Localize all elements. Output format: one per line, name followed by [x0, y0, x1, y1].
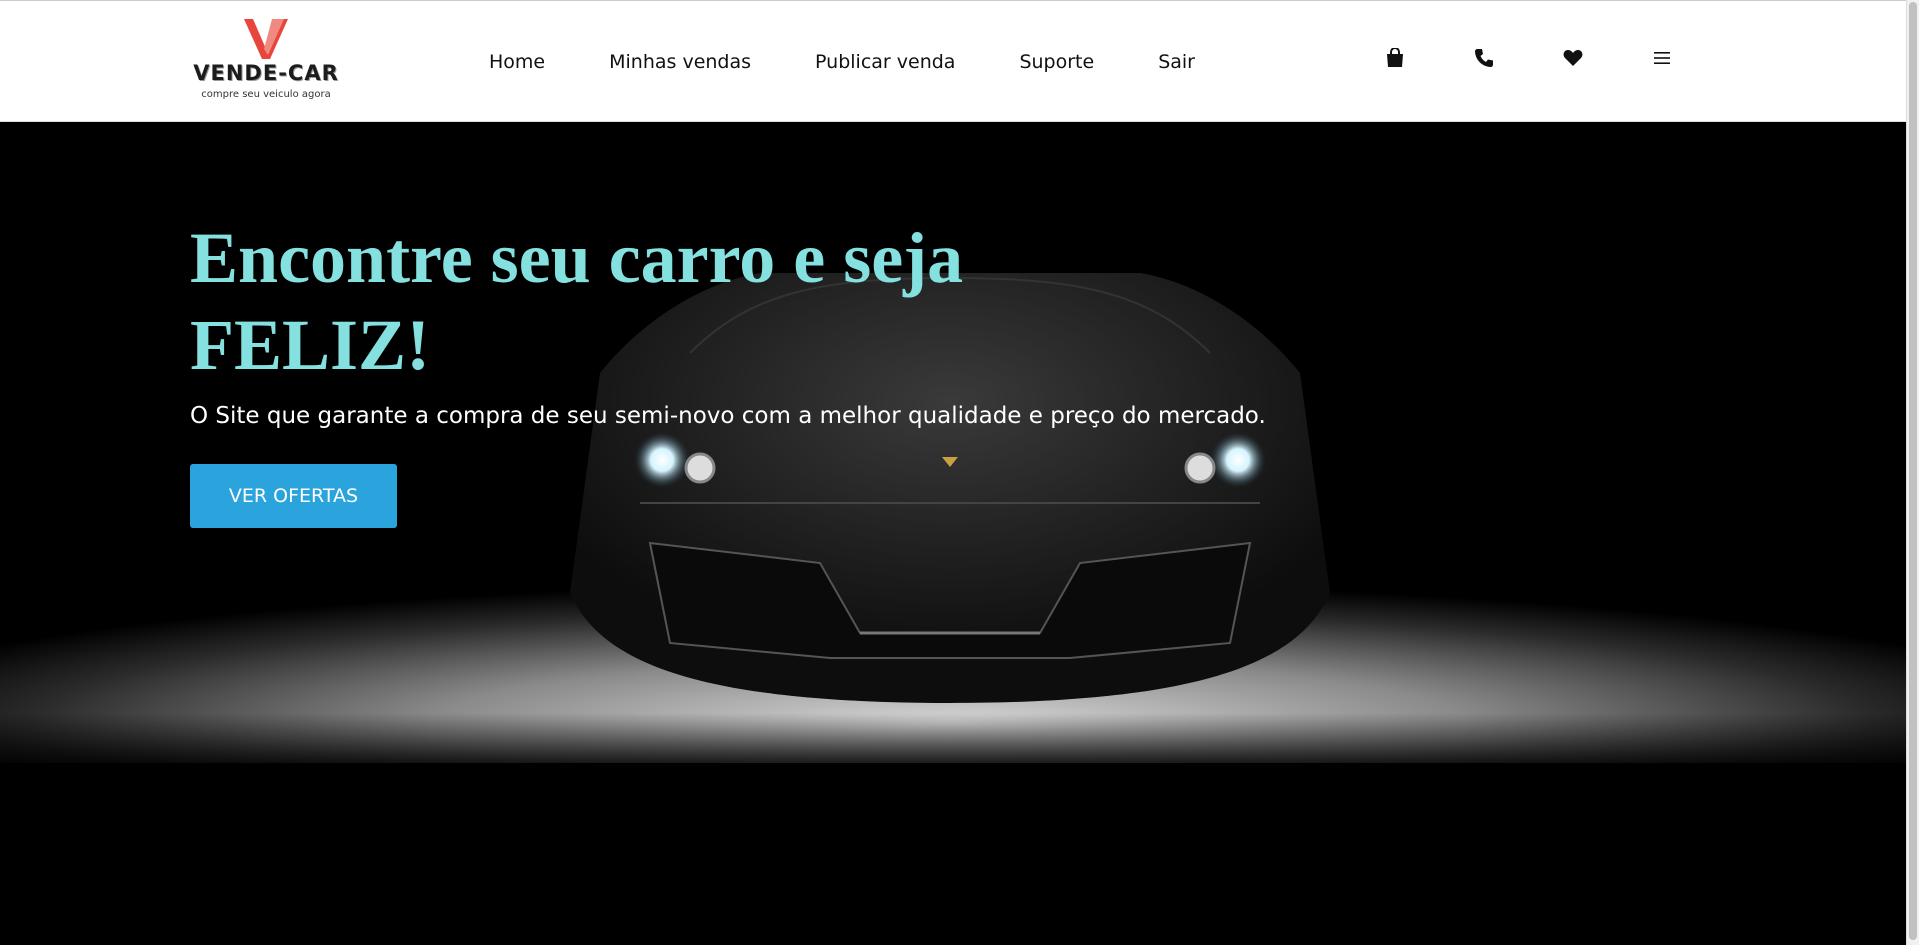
v-logo-icon	[244, 19, 288, 59]
hero-title: Encontre seu carro e seja FELIZ!	[190, 215, 1090, 389]
shopping-bag-icon[interactable]	[1384, 47, 1406, 69]
nav-publicar-venda[interactable]: Publicar venda	[815, 51, 955, 73]
site-header: VENDE-CAR compre seu veiculo agora Home …	[0, 0, 1906, 122]
scrollbar-thumb[interactable]	[1909, 2, 1917, 940]
header-icons	[1384, 47, 1673, 69]
hero-title-line1: Encontre seu carro e seja	[190, 218, 964, 298]
nav-suporte[interactable]: Suporte	[1019, 51, 1094, 73]
ver-ofertas-button[interactable]: VER OFERTAS	[190, 464, 397, 528]
hero-subtitle: O Site que garante a compra de seu semi-…	[190, 403, 1266, 429]
menu-icon[interactable]	[1651, 47, 1673, 69]
hero-title-line2: FELIZ!	[190, 305, 431, 385]
brand-name: VENDE-CAR	[193, 61, 339, 85]
brand-tagline: compre seu veiculo agora	[201, 89, 331, 100]
heart-icon[interactable]	[1562, 47, 1584, 69]
main-nav: Home Minhas vendas Publicar venda Suport…	[489, 51, 1195, 73]
nav-sair[interactable]: Sair	[1158, 51, 1195, 73]
logo[interactable]: VENDE-CAR compre seu veiculo agora	[190, 19, 342, 105]
phone-icon[interactable]	[1473, 47, 1495, 69]
hero-section: Encontre seu carro e seja FELIZ! O Site …	[0, 123, 1906, 945]
nav-home[interactable]: Home	[489, 51, 545, 73]
page-scrollbar[interactable]	[1906, 0, 1919, 945]
nav-minhas-vendas[interactable]: Minhas vendas	[609, 51, 751, 73]
